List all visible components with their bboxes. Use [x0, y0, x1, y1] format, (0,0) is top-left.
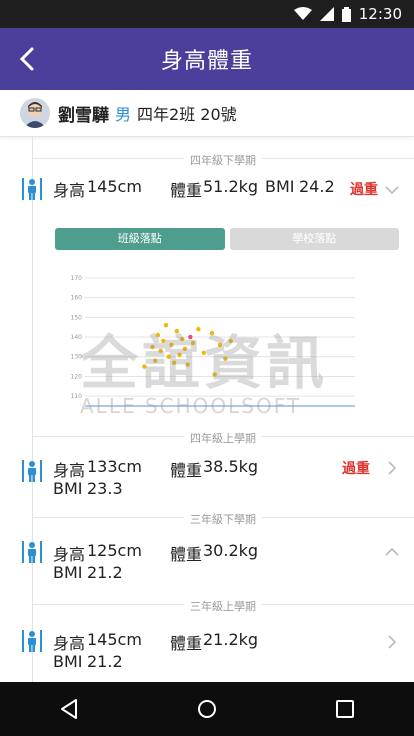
class-point — [177, 352, 182, 357]
class-point — [223, 356, 228, 361]
battery-icon — [341, 6, 351, 22]
tab-school-position[interactable]: 學校落點 — [229, 228, 399, 250]
height-label: 身高 — [53, 181, 86, 200]
wifi-icon — [293, 7, 312, 20]
status-badge: 過重 — [342, 461, 370, 477]
class-point — [209, 330, 215, 336]
class-point — [142, 364, 147, 369]
class-point — [163, 323, 169, 328]
class-point — [196, 326, 201, 332]
weight-label: 體重 — [170, 181, 203, 200]
y-tick-label: 140 — [71, 334, 83, 341]
person-height-icon — [22, 630, 42, 652]
class-point — [228, 338, 233, 344]
y-tick-label: 110 — [71, 393, 83, 400]
weight-label: 體重 — [170, 634, 203, 653]
weight-value: 21.2kg — [203, 630, 259, 649]
avatar[interactable] — [20, 98, 50, 128]
nav-recents-icon[interactable] — [335, 699, 355, 719]
nav-back-icon[interactable] — [59, 698, 79, 720]
class-point — [150, 344, 155, 350]
height-value: 145cm — [87, 630, 142, 649]
bmi-label: BMI — [265, 177, 295, 196]
term-label: 三年級上學期 — [184, 600, 262, 613]
term-label: 四年級下學期 — [184, 154, 262, 167]
chevron-down-icon[interactable] — [384, 182, 400, 198]
back-arrow-icon[interactable] — [14, 45, 42, 73]
record-row[interactable]: 身高 125cm 體重 30.2kg BMI 21.2 — [0, 535, 414, 583]
weight-value: 38.5kg — [203, 457, 259, 476]
student-class: 四年2班 20號 — [137, 105, 237, 124]
class-point — [182, 346, 188, 352]
app-bar: 身高體重 — [0, 28, 414, 90]
height-value: 145cm — [87, 177, 142, 196]
class-point — [171, 360, 177, 365]
student-name: 劉雪驊 — [58, 105, 109, 126]
height-label: 身高 — [53, 634, 86, 653]
bmi-label: BMI — [53, 479, 83, 498]
height-value: 125cm — [87, 541, 142, 560]
status-time: 12:30 — [358, 5, 402, 23]
student-profile: 劉雪驊 男 四年2班 20號 — [0, 90, 414, 137]
term-label: 四年級上學期 — [184, 432, 262, 445]
nav-home-icon[interactable] — [196, 698, 218, 720]
height-label: 身高 — [53, 461, 86, 480]
record-row[interactable]: 身高 133cm 體重 38.5kg BMI 23.3 過重 — [0, 454, 414, 502]
class-point — [217, 342, 223, 348]
y-tick-label: 150 — [71, 314, 83, 321]
chevron-right-icon[interactable] — [384, 460, 400, 476]
y-tick-label: 120 — [71, 373, 83, 380]
class-point — [166, 354, 171, 359]
bmi-value: 23.3 — [87, 479, 123, 498]
record-row[interactable]: 身高 145cm 體重 51.2kg BMI 24.2 過重 — [0, 176, 414, 208]
bmi-value: 24.2 — [299, 177, 335, 196]
y-tick-label: 160 — [71, 295, 83, 302]
person-height-icon — [22, 541, 42, 563]
person-height-icon — [22, 460, 42, 482]
class-point — [212, 372, 217, 377]
student-point — [188, 334, 193, 340]
weight-label: 體重 — [170, 461, 203, 480]
y-tick-label: 170 — [71, 275, 83, 282]
class-point — [185, 362, 190, 367]
weight-label: 體重 — [170, 545, 203, 564]
system-nav-bar — [0, 682, 414, 736]
record-row[interactable]: 身高 145cm 體重 21.2kg BMI 21.2 — [0, 622, 414, 671]
height-label: 身高 — [53, 545, 86, 564]
records-list: 四年級下學期 身高 145cm 體重 51.2kg BMI 24.2 過重 班級… — [0, 136, 414, 682]
class-point — [174, 328, 179, 334]
class-point — [158, 348, 163, 354]
class-point — [161, 338, 166, 344]
bmi-value: 21.2 — [87, 652, 123, 671]
status-badge: 過重 — [350, 182, 378, 198]
scatter-chart: 170 160 150 140 130 120 110 — [71, 275, 355, 407]
class-point — [155, 332, 161, 338]
student-gender: 男 — [115, 105, 132, 124]
class-point — [180, 336, 185, 342]
signal-icon — [319, 7, 334, 21]
status-bar: 12:30 — [0, 0, 414, 28]
person-height-icon — [22, 178, 42, 200]
class-point — [169, 342, 174, 348]
chart-tabs: 班級落點 學校落點 — [55, 228, 399, 250]
tab-class-position[interactable]: 班級落點 — [55, 228, 225, 250]
y-tick-label: 130 — [71, 354, 83, 361]
chevron-up-icon[interactable] — [384, 544, 400, 560]
chevron-right-icon[interactable] — [384, 634, 400, 650]
class-point — [201, 350, 206, 356]
bmi-value: 21.2 — [87, 563, 123, 582]
timeline-line — [32, 136, 33, 682]
class-point — [190, 340, 196, 346]
page-title: 身高體重 — [160, 49, 253, 74]
bmi-label: BMI — [53, 652, 83, 671]
term-label: 三年級下學期 — [184, 513, 262, 526]
weight-value: 51.2kg — [203, 177, 259, 196]
bmi-label: BMI — [53, 563, 83, 582]
class-point — [153, 358, 158, 363]
height-value: 133cm — [87, 457, 142, 476]
weight-value: 30.2kg — [203, 541, 259, 560]
